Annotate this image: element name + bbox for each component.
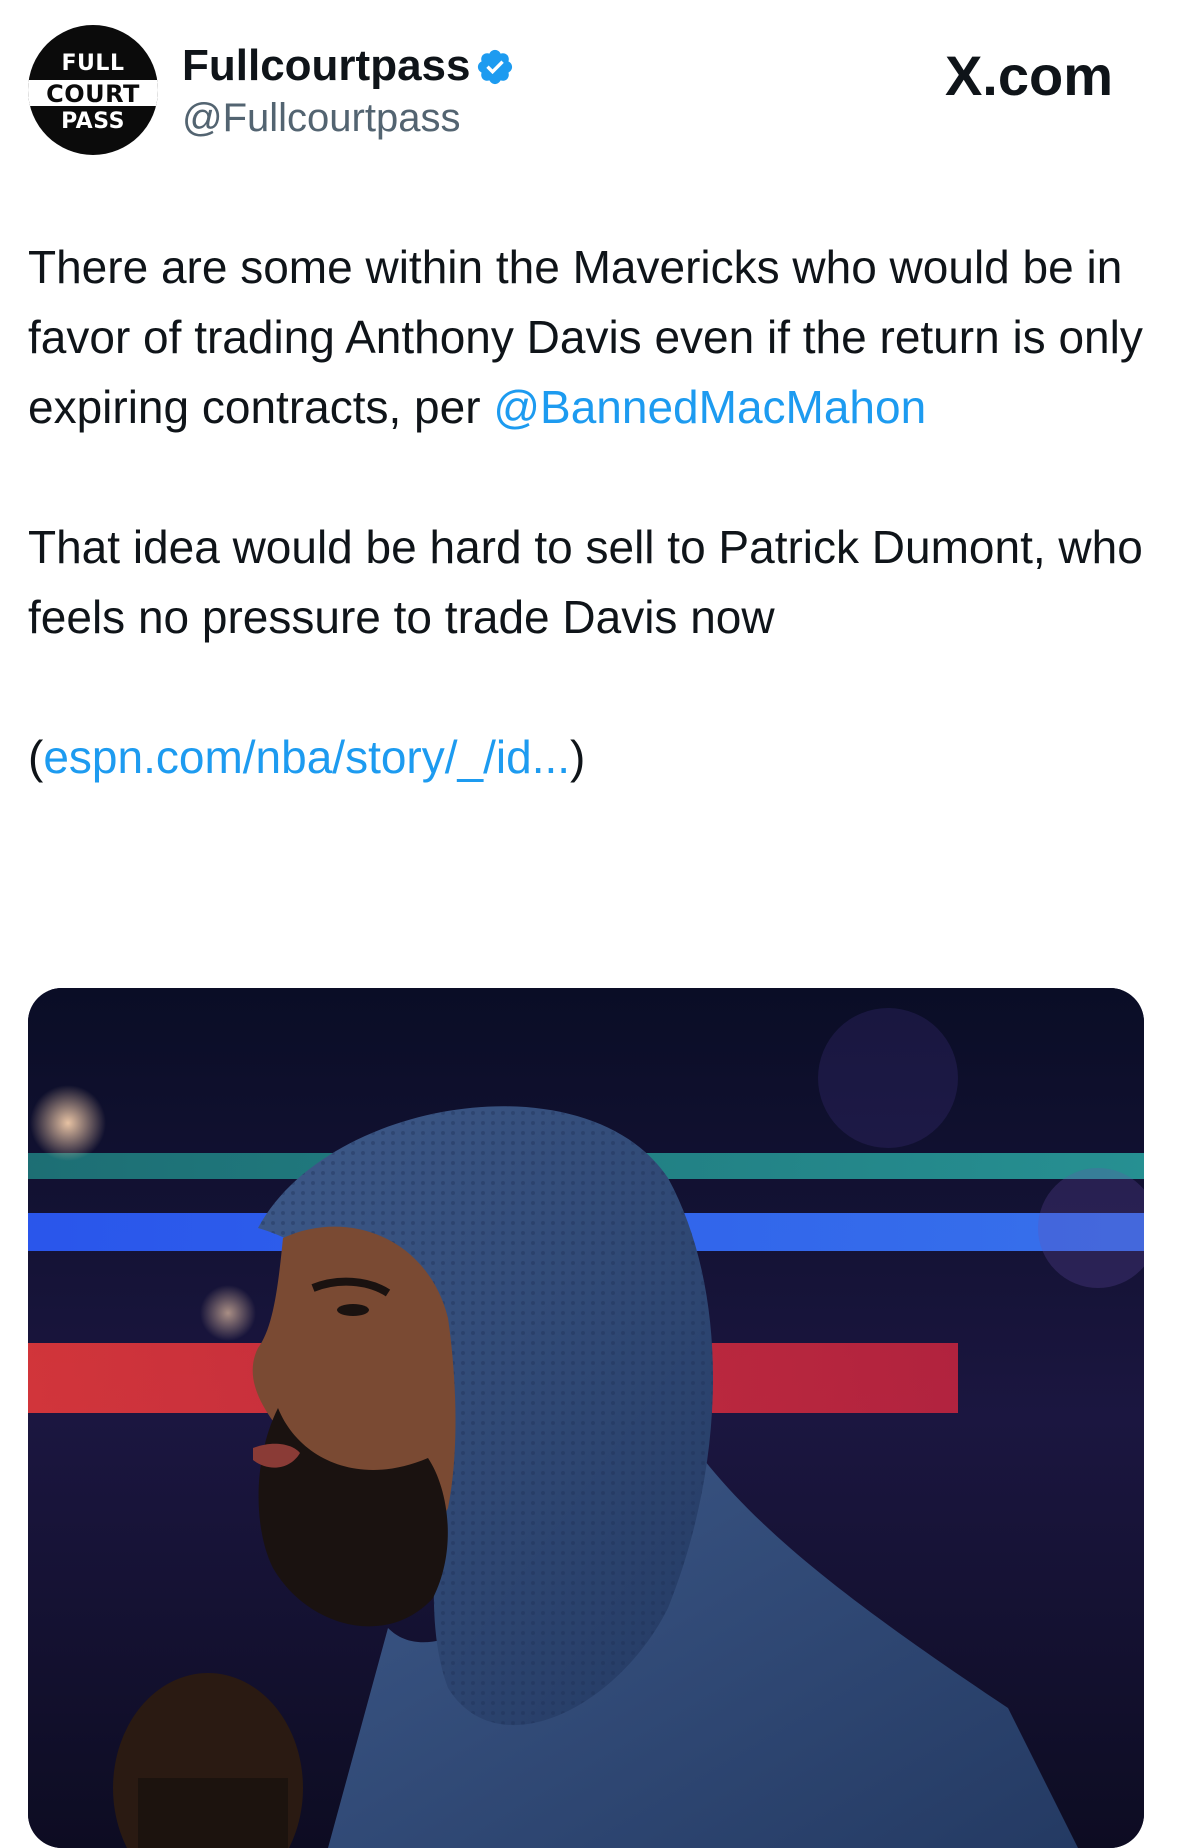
link-close-paren: ) [570, 731, 586, 783]
tweet-body: There are some within the Mavericks who … [28, 232, 1153, 792]
avatar-logo-line-3: PASS [61, 109, 125, 134]
avatar[interactable]: FULL COURT PASS [28, 25, 158, 155]
tweet-media-photo[interactable] [28, 988, 1144, 1848]
user-handle[interactable]: @Fullcourtpass [182, 94, 460, 142]
avatar-logo-line-1: FULL [61, 51, 125, 76]
tweet-paragraph-1: There are some within the Mavericks who … [28, 232, 1153, 442]
article-link[interactable]: espn.com/nba/story/_/id... [43, 731, 570, 783]
tweet-paragraph-2: That idea would be hard to sell to Patri… [28, 521, 1143, 643]
source-brand: X.com [944, 44, 1113, 107]
photo-illustration [28, 988, 1144, 1848]
tweet-header: FULL COURT PASS Fullcourtpass @Fullcourt… [0, 0, 1179, 170]
display-name[interactable]: Fullcourtpass [182, 40, 471, 92]
x-logo-icon: X.com [945, 44, 1113, 108]
tweet-paragraph-3: (espn.com/nba/story/_/id...) [28, 722, 1153, 792]
avatar-logo-line-2: COURT [46, 80, 140, 108]
mention-link[interactable]: @BannedMacMahon [493, 381, 926, 433]
verified-badge-icon [477, 49, 513, 85]
link-open-paren: ( [28, 731, 44, 783]
